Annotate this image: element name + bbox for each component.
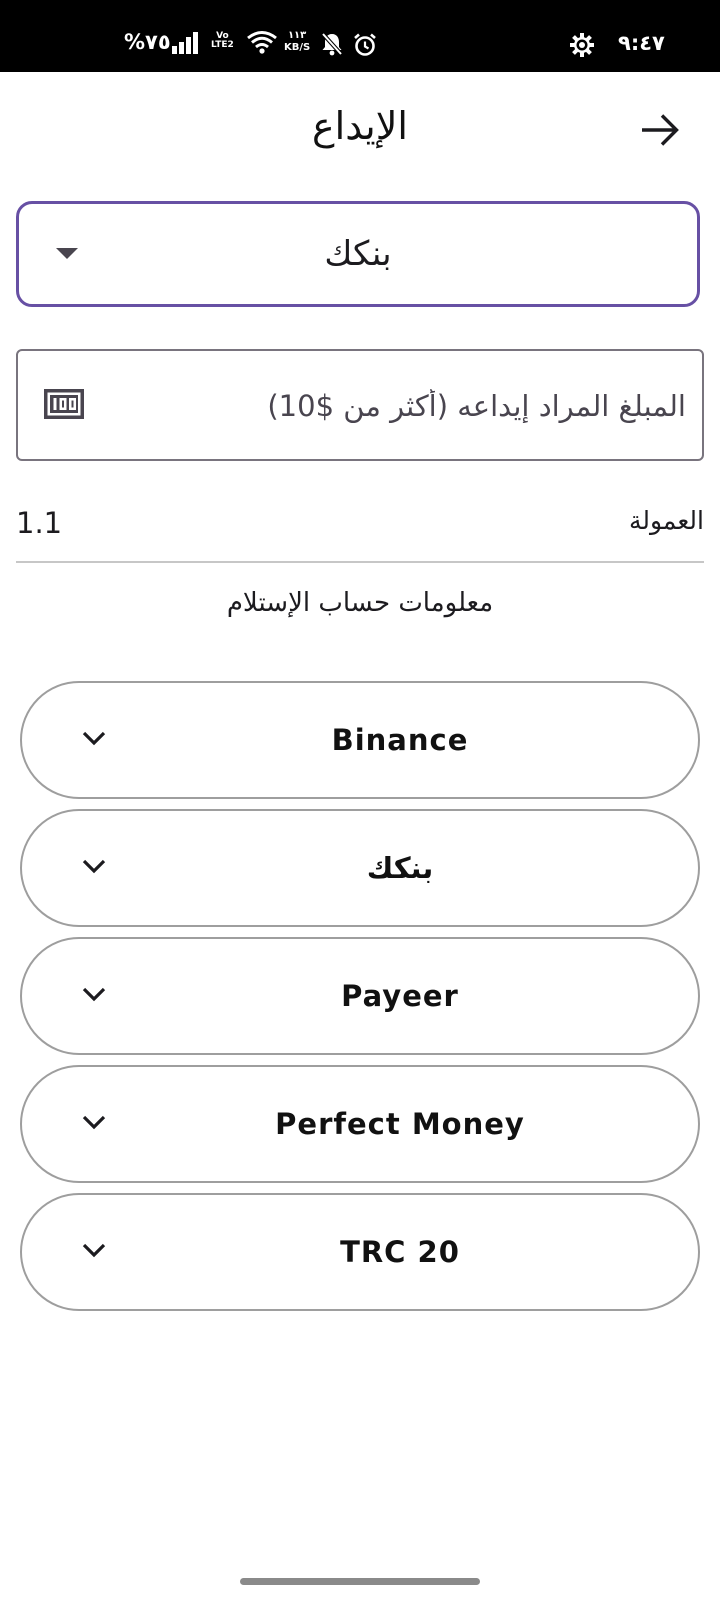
account-name: TRC 20 <box>340 1235 460 1269</box>
alarm-icon <box>354 33 376 56</box>
volte-line2: LTE2 <box>211 40 234 50</box>
selected-method: بنكك <box>324 234 392 274</box>
money-icon <box>44 389 84 419</box>
network-speed: ١١٣ KB/S <box>284 30 310 54</box>
amount-input[interactable] <box>108 361 688 451</box>
bell-off-icon <box>321 32 343 56</box>
home-indicator[interactable] <box>240 1578 480 1585</box>
volte-icon: Vo LTE2 <box>211 32 234 50</box>
battery-level: %٧٥ <box>124 30 171 54</box>
chevron-down-icon <box>82 1115 106 1130</box>
account-name: Payeer <box>341 979 459 1013</box>
account-item-binance[interactable]: Binance <box>20 681 700 799</box>
account-name: بنكك <box>366 851 434 885</box>
accounts-list: Binance بنكك Payeer Perfect Money TRC 20 <box>20 681 700 1321</box>
speed-unit: KB/S <box>284 42 311 53</box>
account-item-perfect-money[interactable]: Perfect Money <box>20 1065 700 1183</box>
gear-icon <box>570 33 594 57</box>
clock: ٩:٤٧ <box>618 31 665 55</box>
chevron-down-icon <box>82 987 106 1002</box>
chevron-down-icon <box>82 1243 106 1258</box>
amount-field[interactable] <box>16 349 704 461</box>
status-bar: %٧٥ Vo LTE2 ١١٣ KB/S ٩:٤٧ <box>0 0 720 72</box>
speed-value: ١١٣ <box>287 30 307 41</box>
cell-signal-icon <box>172 32 198 54</box>
commission-value: 1.1 <box>16 506 63 540</box>
chevron-down-icon <box>82 859 106 874</box>
chevron-down-icon <box>82 731 106 746</box>
account-name: Binance <box>331 723 469 757</box>
payment-method-select[interactable]: بنكك <box>16 201 700 307</box>
commission-label: العمولة <box>628 506 704 535</box>
page-title: الإيداع <box>312 104 408 148</box>
arrow-right-icon <box>642 114 679 146</box>
account-item-payeer[interactable]: Payeer <box>20 937 700 1055</box>
back-button[interactable] <box>636 106 684 154</box>
account-item-trc20[interactable]: TRC 20 <box>20 1193 700 1311</box>
divider <box>16 561 704 563</box>
wifi-icon <box>247 31 277 54</box>
receiving-info-heading: معلومات حساب الإستلام <box>226 588 494 618</box>
account-name: Perfect Money <box>275 1107 525 1141</box>
account-item-bankak[interactable]: بنكك <box>20 809 700 927</box>
